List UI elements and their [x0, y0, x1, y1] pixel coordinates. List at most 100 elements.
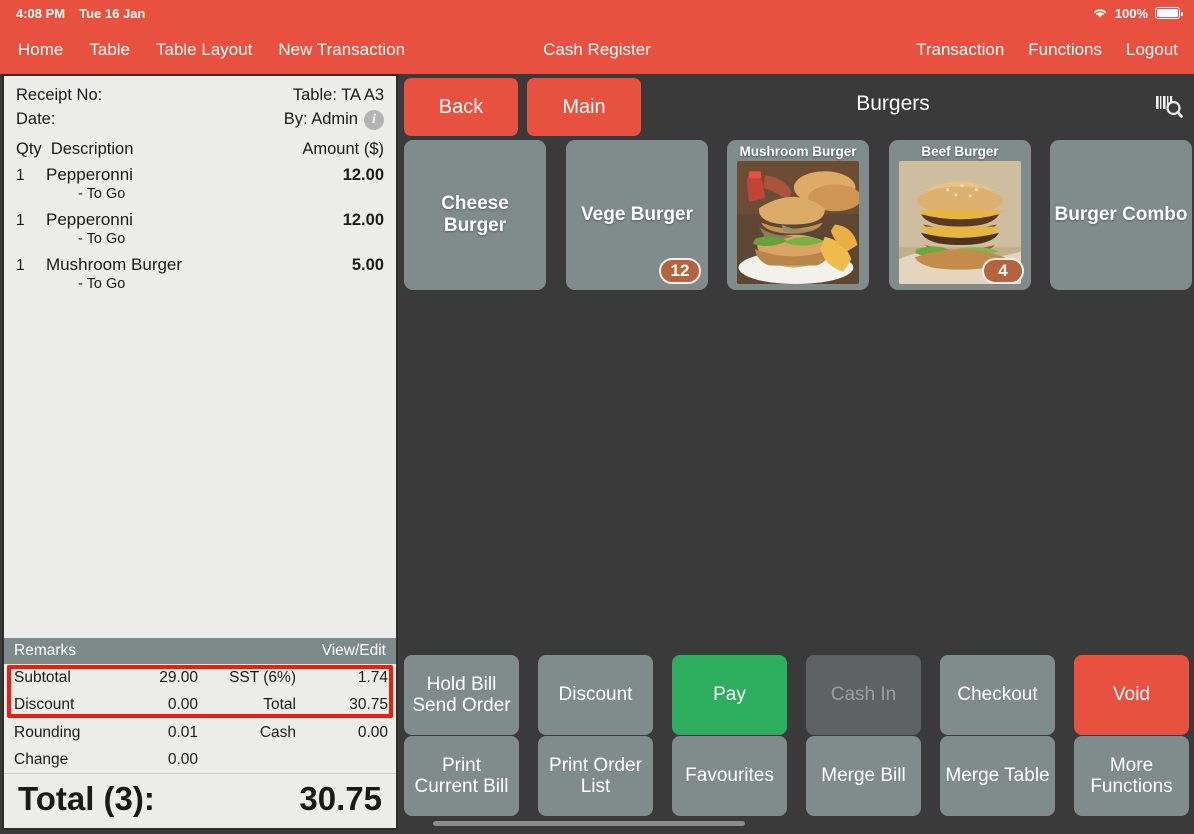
cashier-label: By: Admin	[283, 109, 358, 128]
nav-bar: Cash Register Home Table Table Layout Ne…	[0, 26, 1194, 74]
change-label: Change	[14, 750, 69, 768]
rounding-label: Rounding	[14, 723, 81, 741]
wifi-icon	[1092, 7, 1108, 19]
column-header-amount: Amount ($)	[302, 139, 384, 158]
product-tile-burger-combo[interactable]: Burger Combo	[1050, 140, 1192, 290]
checkout-button[interactable]: Checkout	[940, 655, 1055, 735]
grand-total-label: Total (3):	[18, 780, 155, 817]
date-label: Date:	[16, 109, 56, 128]
nav-item-new-transaction[interactable]: New Transaction	[278, 40, 405, 60]
content-top-bar: Back Main Burgers	[404, 78, 1192, 136]
nav-right-group: Transaction Functions Logout	[916, 40, 1194, 60]
total-label: Total	[263, 696, 296, 714]
product-tile-label: Cheese Burger	[441, 193, 509, 236]
receipt-item-row[interactable]: 1 Pepperonni 12.00 - To Go	[16, 210, 384, 247]
subtotal-label: Subtotal	[14, 669, 71, 686]
discount-button[interactable]: Discount	[538, 655, 653, 735]
item-modifier: - To Go	[78, 230, 126, 247]
product-tile-label: Beef Burger	[921, 144, 999, 159]
item-modifier: - To Go	[78, 275, 126, 292]
print-order-list-button[interactable]: Print Order List	[538, 736, 653, 816]
column-header-qty-description: Qty Description	[16, 140, 133, 159]
favourites-button[interactable]: Favourites	[672, 736, 787, 816]
status-bar-left: 4:08 PM Tue 16 Jan	[16, 6, 145, 21]
column-header-description: Description	[50, 139, 134, 158]
remarks-label: Remarks	[14, 642, 77, 659]
status-date: Tue 16 Jan	[79, 5, 146, 21]
main-button[interactable]: Main	[527, 78, 641, 136]
nav-item-logout[interactable]: Logout	[1126, 40, 1178, 60]
sst-value: 1.74	[357, 669, 388, 686]
void-button[interactable]: Void	[1074, 655, 1189, 735]
totals-row-subtotal: Subtotal 29.00 SST (6%) 1.74	[4, 664, 396, 691]
product-tile-badge: 12	[659, 258, 701, 284]
totals-row-discount: Discount 0.00 Total 30.75	[4, 691, 396, 718]
nav-left-group: Home Table Table Layout New Transaction	[0, 40, 405, 60]
receipt-items-list[interactable]: 1 Pepperonni 12.00 - To Go 1 Pepperonni …	[4, 161, 396, 638]
product-tile-cheese-burger[interactable]: Cheese Burger	[404, 140, 546, 290]
product-tile-mushroom-burger[interactable]: Mushroom Burger	[727, 140, 869, 290]
pos-app: 4:08 PM Tue 16 Jan 100% Cash Register Ho…	[0, 0, 1194, 834]
home-indicator	[433, 821, 745, 826]
cash-value: 0.00	[357, 723, 388, 741]
item-qty: 1	[16, 166, 25, 184]
back-button[interactable]: Back	[404, 78, 518, 136]
item-qty: 1	[16, 256, 25, 274]
discount-value: 0.00	[167, 696, 198, 714]
receipt-item-row[interactable]: 1 Pepperonni 12.00 - To Go	[16, 165, 384, 202]
battery-percent: 100%	[1114, 5, 1148, 21]
cashier-group: By: Admin i	[284, 108, 384, 132]
totals-row-rounding: Rounding 0.01 Cash 0.00	[4, 719, 396, 746]
receipt-date-row: Date: By: Admin i	[16, 108, 384, 132]
item-description: Pepperonni	[46, 164, 133, 184]
totals-section: Subtotal 29.00 SST (6%) 1.74 Discount 0.…	[4, 664, 396, 773]
status-time: 4:08 PM	[16, 5, 66, 21]
change-value: 0.00	[167, 750, 198, 768]
receipt-no-row: Receipt No: Table: TA A3	[16, 84, 384, 108]
totals-row-change: Change 0.00	[4, 746, 396, 773]
receipt-no-label: Receipt No:	[16, 86, 103, 104]
info-icon[interactable]: i	[364, 109, 384, 130]
nav-item-table-layout[interactable]: Table Layout	[156, 40, 252, 60]
remarks-bar[interactable]: Remarks View/Edit	[4, 638, 396, 664]
more-functions-button[interactable]: More Functions	[1074, 736, 1189, 816]
pay-button[interactable]: Pay	[672, 655, 787, 735]
print-current-bill-button[interactable]: Print Current Bill	[404, 736, 519, 816]
product-tile-vege-burger[interactable]: Vege Burger 12	[566, 140, 708, 290]
action-button-grid: Hold Bill Send Order Discount Pay Cash In…	[404, 655, 1194, 817]
receipt-item-row[interactable]: 1 Mushroom Burger 5.00 - To Go	[16, 255, 384, 292]
merge-bill-button[interactable]: Merge Bill	[806, 736, 921, 816]
cash-label: Cash	[259, 723, 296, 741]
item-amount: 5.00	[351, 255, 384, 274]
item-modifier: - To Go	[78, 185, 126, 202]
status-bar-right: 100%	[1092, 5, 1183, 21]
battery-icon	[1155, 7, 1183, 19]
product-tile-badge: 4	[982, 258, 1024, 284]
product-tile-label: Burger Combo	[1054, 204, 1188, 226]
nav-item-functions[interactable]: Functions	[1028, 40, 1102, 60]
product-tile-image	[737, 161, 859, 284]
discount-label: Discount	[14, 696, 75, 714]
grand-total-row: Total (3): 30.75	[4, 773, 396, 828]
remarks-view-edit-link[interactable]: View/Edit	[322, 642, 386, 660]
product-tile-beef-burger[interactable]: Beef Burger 4	[889, 140, 1031, 290]
hold-bill-send-order-button[interactable]: Hold Bill Send Order	[404, 655, 519, 735]
rounding-value: 0.01	[167, 723, 198, 741]
merge-table-button[interactable]: Merge Table	[940, 736, 1055, 816]
nav-item-transaction[interactable]: Transaction	[916, 40, 1004, 60]
item-description: Mushroom Burger	[46, 254, 183, 274]
product-tile-label: Mushroom Burger	[739, 144, 857, 159]
nav-item-table[interactable]: Table	[89, 40, 130, 60]
product-tile-grid: Cheese Burger Vege Burger 12 Mushroom Bu…	[404, 140, 1194, 292]
product-tile-label: Vege Burger	[581, 204, 693, 226]
grand-total-value: 30.75	[299, 780, 382, 817]
item-description: Pepperonni	[46, 209, 133, 229]
category-title: Burgers	[856, 92, 930, 115]
nav-item-home[interactable]: Home	[18, 40, 63, 60]
cash-in-button: Cash In	[806, 655, 921, 735]
subtotal-value: 29.00	[159, 669, 198, 686]
total-value: 30.75	[349, 696, 388, 714]
barcode-scan-icon[interactable]	[1148, 88, 1190, 126]
column-header-qty: Qty	[16, 139, 42, 158]
receipt-header: Receipt No: Table: TA A3 Date: By: Admin…	[4, 76, 396, 134]
